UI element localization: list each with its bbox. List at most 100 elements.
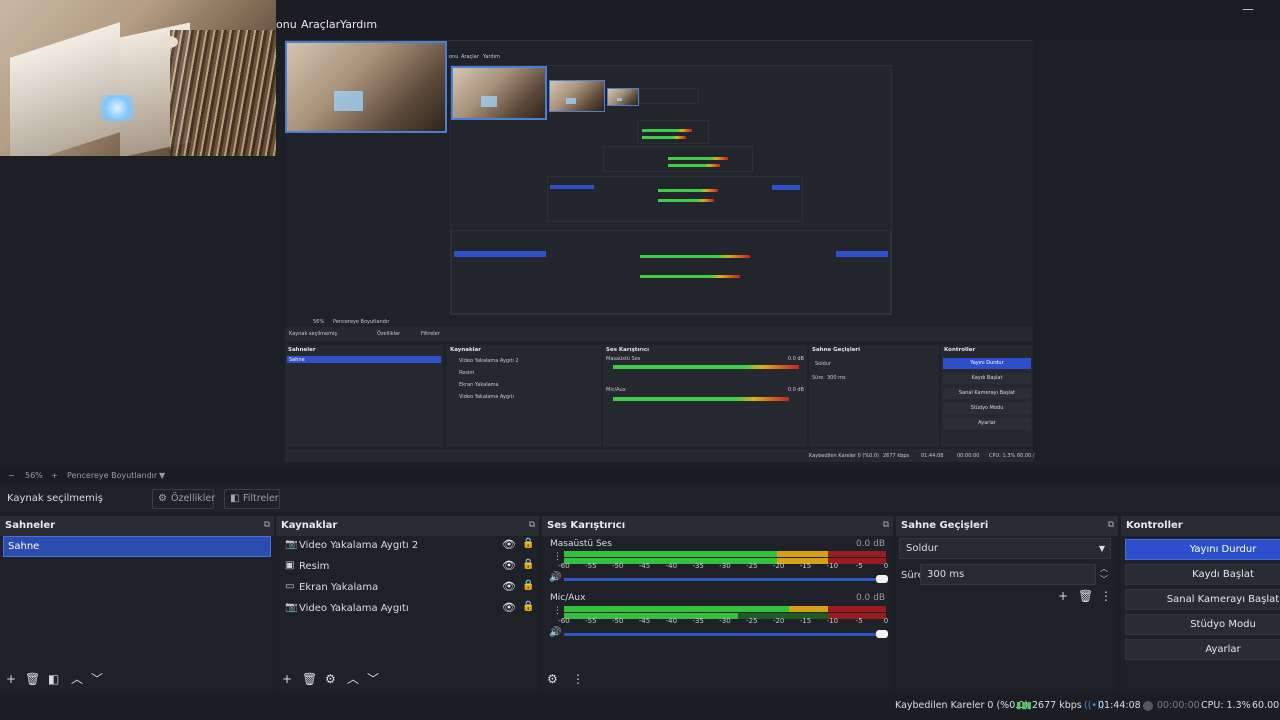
mini-controls-title: Kontroller bbox=[944, 347, 976, 353]
nested-scene-sel-8 bbox=[550, 185, 594, 189]
preview-canvas[interactable]: onu Araçlar Yardım 56% Pencereye Boyutla… bbox=[285, 40, 1035, 462]
duration-input[interactable]: 300 ms bbox=[920, 564, 1096, 585]
add-icon[interactable]: + bbox=[1058, 590, 1068, 602]
menu-help[interactable]: Yardım bbox=[340, 18, 377, 31]
scenes-title: Sahneler bbox=[5, 520, 56, 531]
meter-tick-label: 0 bbox=[883, 617, 889, 625]
meter-tick-label: -5 bbox=[855, 617, 863, 625]
source-row[interactable]: 📷 Video Yakalama Aygıtı 2 👁 🔒 bbox=[279, 536, 543, 556]
fit-to-window-label: Pencereye Boyutlandır bbox=[67, 471, 158, 480]
chevron-up-icon[interactable]: ︿ bbox=[71, 673, 83, 685]
nested-level-6 bbox=[637, 120, 709, 144]
mini-status-cpu: CPU: 1.3% bbox=[989, 453, 1016, 459]
scene-item[interactable]: Sahne bbox=[3, 536, 271, 557]
mini-status-dropped: Kaybedilen Kareler 0 (%0.0) bbox=[809, 453, 880, 459]
nested-meter-h bbox=[640, 275, 740, 278]
menu-tools[interactable]: Araçlar bbox=[301, 18, 340, 31]
meter-tick-label: -50 bbox=[611, 617, 624, 625]
speaker-icon[interactable]: 🔊 bbox=[549, 572, 561, 583]
start-recording-button[interactable]: Kaydı Başlat bbox=[1125, 564, 1280, 585]
volume-slider[interactable] bbox=[564, 575, 888, 583]
chevron-down-icon[interactable]: ﹀ bbox=[91, 673, 103, 685]
eye-icon[interactable]: 👁 bbox=[502, 580, 516, 593]
studio-mode-button[interactable]: Stüdyo Modu bbox=[1125, 614, 1280, 635]
more-icon[interactable]: ⋮ bbox=[1100, 590, 1112, 602]
status-bar: Kaybedilen Kareler 0 (%0.0) ▮▮▮ 2677 kbp… bbox=[0, 694, 1280, 720]
eye-icon[interactable]: 👁 bbox=[502, 538, 516, 551]
speaker-icon[interactable]: 🔊 bbox=[549, 627, 561, 638]
zoom-in-button[interactable]: + bbox=[51, 471, 58, 480]
mini-contextbar: Kaynak seçilmemiş Özellikler Filtreler bbox=[285, 327, 1033, 341]
source-row[interactable]: 📷 Video Yakalama Aygıtı 👁 🔒 bbox=[279, 599, 543, 619]
properties-button[interactable]: ⚙ Özellikler bbox=[152, 489, 215, 509]
gear-icon[interactable]: ⚙ bbox=[547, 673, 558, 685]
more-icon[interactable]: ⋮ bbox=[553, 606, 562, 616]
transition-select-value: Soldur bbox=[906, 543, 939, 554]
transition-select[interactable]: Soldur ▼ bbox=[899, 538, 1111, 559]
volume-slider-handle[interactable] bbox=[876, 575, 888, 583]
source-row[interactable]: ▭ Ekran Yakalama 👁 🔒 bbox=[279, 578, 543, 598]
meter-tick-label: -20 bbox=[772, 617, 785, 625]
volume-slider-handle[interactable] bbox=[876, 630, 888, 638]
duration-value: 300 ms bbox=[927, 569, 965, 580]
nested-preview-2 bbox=[450, 65, 892, 315]
stop-streaming-button[interactable]: Yayını Durdur bbox=[1125, 539, 1280, 560]
meter-green-segment bbox=[564, 606, 790, 612]
eye-icon[interactable]: 👁 bbox=[502, 601, 516, 614]
webcam-light bbox=[100, 95, 134, 121]
stream-time: 01:44:08 bbox=[1098, 700, 1141, 711]
mini-sources-dock: Kaynaklar Video Yakalama Aygıtı 2 Resim … bbox=[447, 345, 601, 447]
trash-icon[interactable]: 🗑 bbox=[1078, 590, 1093, 602]
scenes-dock: Sahneler ⧉ Sahne + 🗑 ◧ ︿ ﹀ bbox=[0, 516, 274, 692]
meter-tick-label: -55 bbox=[585, 617, 597, 625]
more-icon[interactable]: ⋮ bbox=[553, 552, 562, 562]
network-icon: ▮▮▮ bbox=[1016, 700, 1032, 711]
lock-icon[interactable]: 🔒 bbox=[522, 538, 534, 549]
sources-footer: + 🗑 ⚙ ︿ ﹀ bbox=[276, 668, 539, 692]
minimize-icon[interactable]: — bbox=[1242, 2, 1254, 16]
filters-button[interactable]: ◧ Filtreler bbox=[224, 489, 280, 509]
zoom-out-button[interactable]: − bbox=[8, 471, 15, 480]
spin-up-icon[interactable]: ︿ bbox=[1100, 563, 1108, 574]
add-icon[interactable]: + bbox=[6, 673, 16, 685]
start-virtual-camera-button[interactable]: Sanal Kamerayı Başlat bbox=[1125, 589, 1280, 610]
mini-scene-selected bbox=[287, 356, 441, 363]
source-row[interactable]: ▣ Resim 👁 🔒 bbox=[279, 557, 543, 577]
gear-icon[interactable]: ⚙ bbox=[325, 673, 336, 685]
eye-icon[interactable]: 👁 bbox=[502, 559, 516, 572]
more-icon[interactable]: ⋮ bbox=[572, 673, 584, 685]
trash-icon[interactable]: 🗑 bbox=[25, 673, 40, 685]
trash-icon[interactable]: 🗑 bbox=[302, 673, 317, 685]
mini-duration-label: Süre bbox=[812, 375, 824, 381]
chevron-down-icon[interactable]: ﹀ bbox=[367, 673, 379, 685]
spin-down-icon[interactable]: ﹀ bbox=[1100, 574, 1108, 585]
mini-ctrl-4: Stüdyo Modu bbox=[943, 403, 1031, 414]
mini-props: Özellikler bbox=[377, 331, 401, 337]
lock-icon[interactable]: 🔒 bbox=[522, 559, 534, 570]
transitions-dock: Sahne Geçişleri ⧉ Soldur ▼ Süre 300 ms ︿… bbox=[896, 516, 1118, 692]
mini-mixer-title: Ses Karıştırıcı bbox=[606, 347, 649, 353]
undock-icon[interactable]: ⧉ bbox=[264, 520, 270, 530]
filter-icon[interactable]: ◧ bbox=[48, 673, 59, 685]
meter-tick-label: -30 bbox=[719, 617, 731, 625]
mini-statusbar: Kaybedilen Kareler 0 (%0.0) 2677 kbps 01… bbox=[285, 449, 1035, 462]
transitions-header: Sahne Geçişleri ⧉ bbox=[896, 516, 1118, 536]
undock-icon[interactable]: ⧉ bbox=[1108, 520, 1114, 530]
lock-icon[interactable]: 🔒 bbox=[522, 580, 534, 591]
zoom-dropdown-icon[interactable]: ▼ bbox=[159, 471, 165, 480]
undock-icon[interactable]: ⧉ bbox=[529, 520, 535, 530]
channel-name: Masaüstü Ses bbox=[550, 539, 612, 549]
mini-filters: Filtreler bbox=[421, 331, 440, 337]
source-label: Video Yakalama Aygıtı 2 bbox=[299, 540, 419, 551]
nested-level-7 bbox=[603, 146, 753, 172]
volume-slider[interactable] bbox=[564, 630, 888, 638]
meter-tick-label: -35 bbox=[692, 617, 704, 625]
menu-scene-collection[interactable]: onu bbox=[276, 18, 297, 31]
add-icon[interactable]: + bbox=[282, 673, 292, 685]
lock-icon[interactable]: 🔒 bbox=[522, 601, 534, 612]
settings-button[interactable]: Ayarlar bbox=[1125, 639, 1280, 660]
mini-ctrl-3: Sanal Kamerayı Başlat bbox=[943, 388, 1031, 399]
chevron-up-icon[interactable]: ︿ bbox=[347, 673, 359, 685]
meter-tick-label: -60 bbox=[558, 617, 570, 625]
undock-icon[interactable]: ⧉ bbox=[883, 520, 889, 530]
